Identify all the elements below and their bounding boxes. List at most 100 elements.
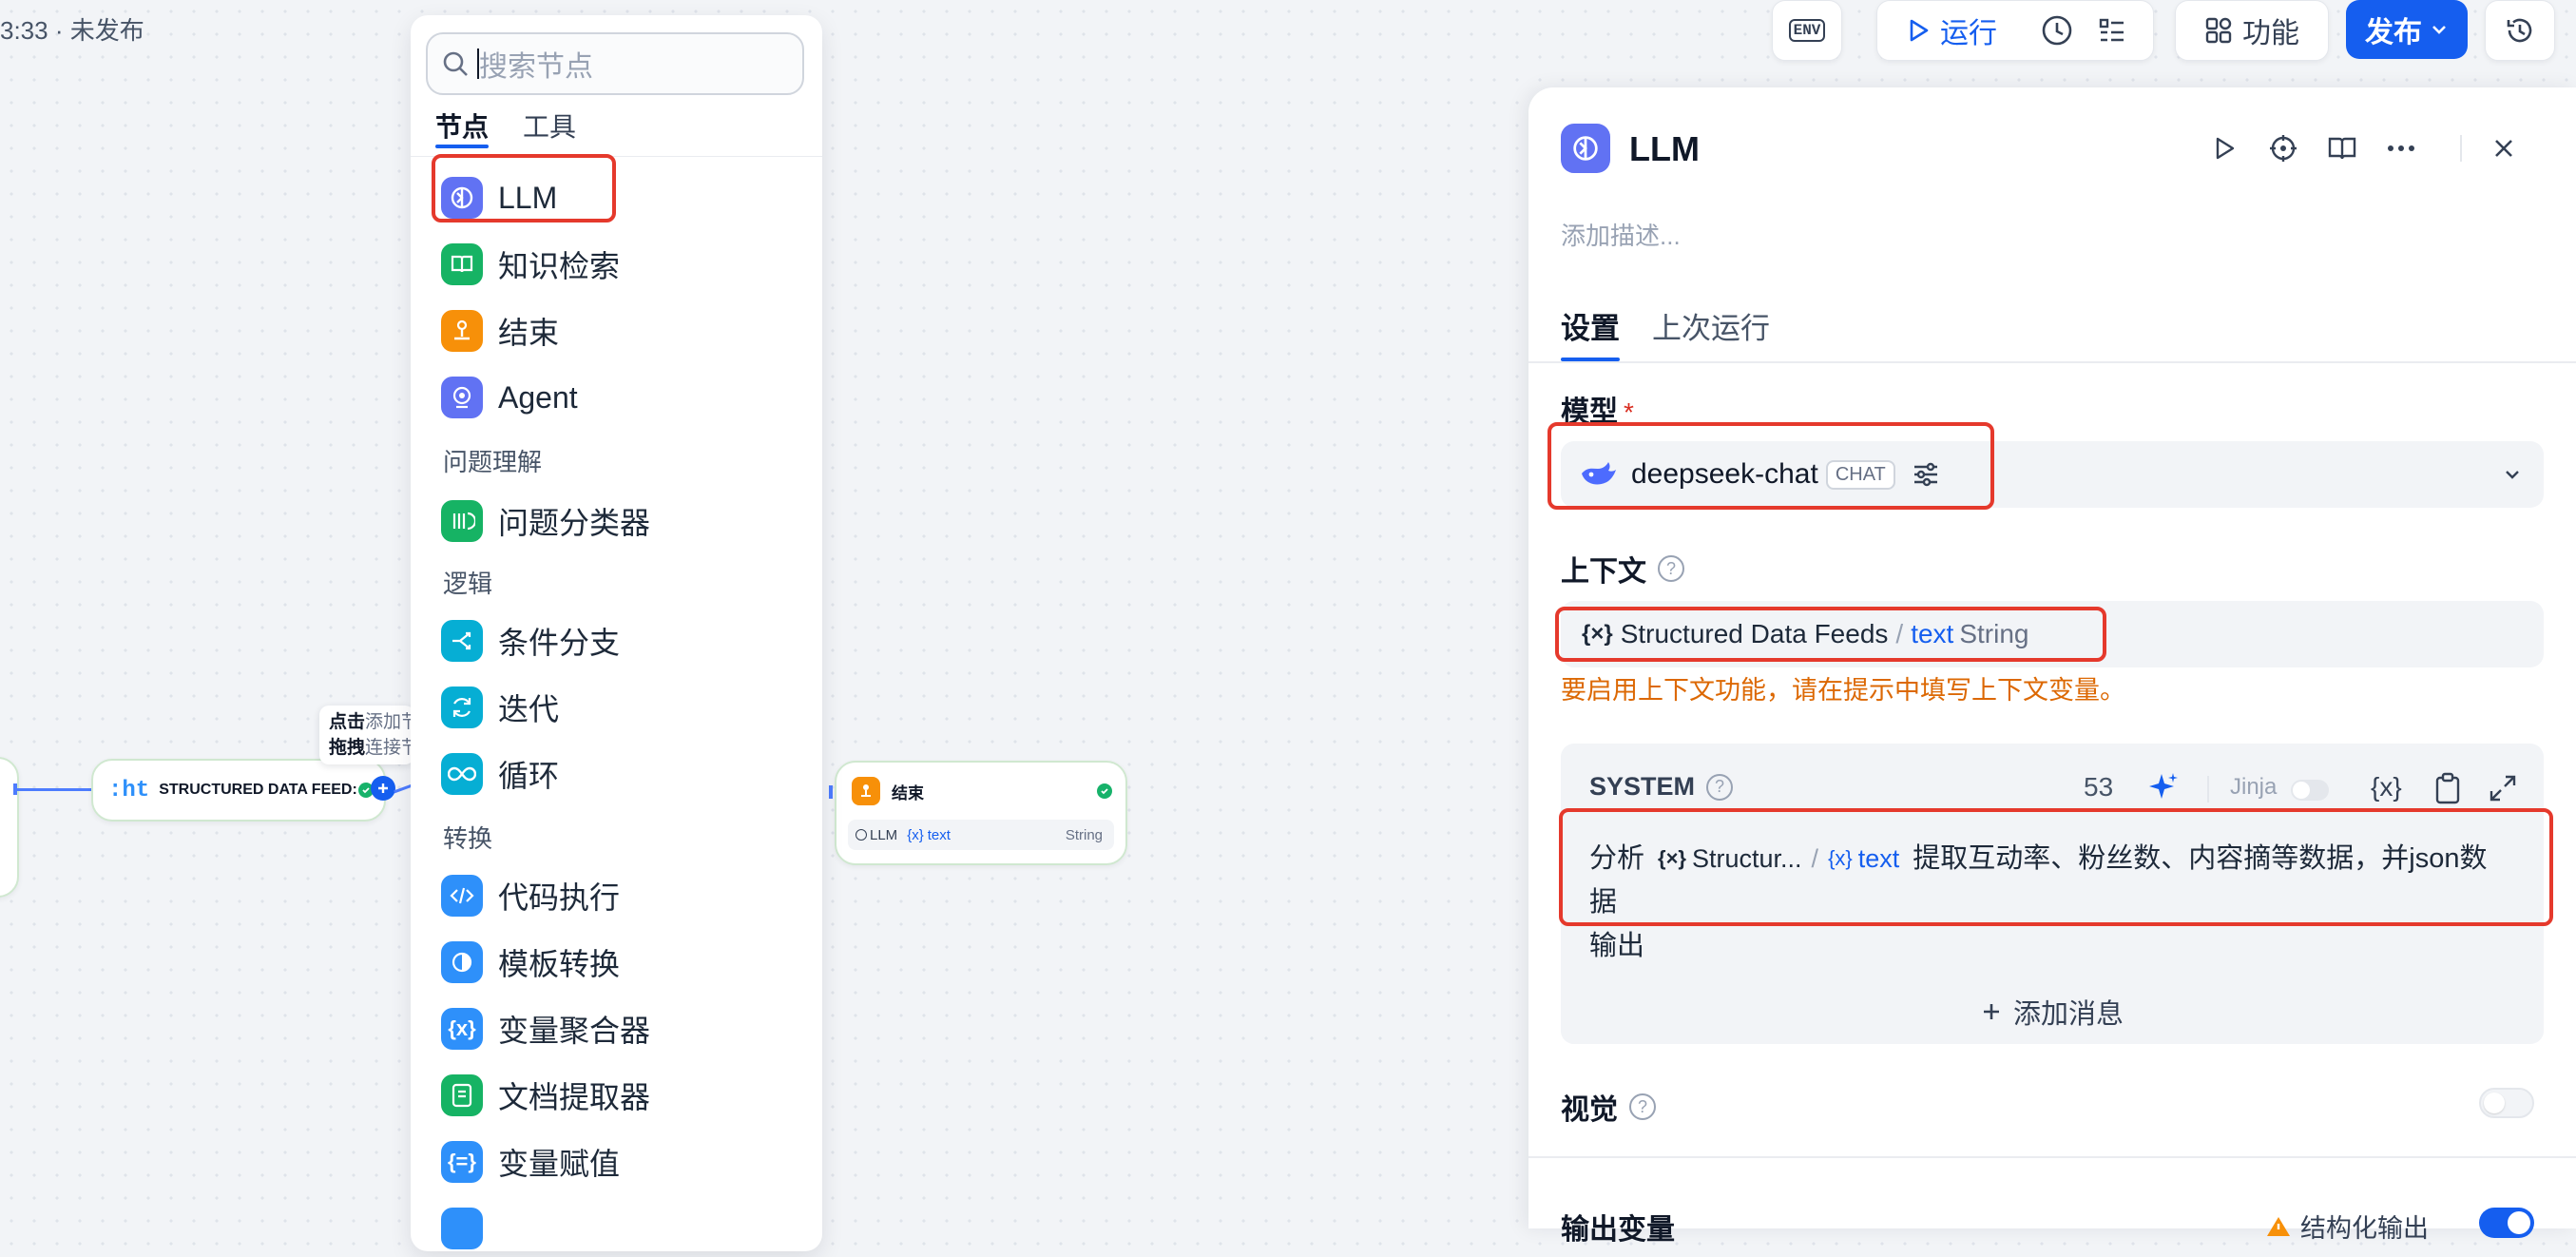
tooltip-click: 点击 xyxy=(329,712,366,732)
panel-title: LLM xyxy=(1629,129,1700,168)
jinja-label: Jinja xyxy=(2230,774,2278,800)
more-options-icon[interactable] xyxy=(2384,131,2418,165)
structured-output-toggle[interactable] xyxy=(2479,1208,2534,1238)
loop-icon xyxy=(441,753,483,795)
code-icon xyxy=(441,875,483,917)
jinja-toggle[interactable] xyxy=(2291,780,2329,801)
node-search-box[interactable]: 搜索节点 xyxy=(426,32,804,95)
structured-output-label: 结构化输出 xyxy=(2300,1214,2429,1243)
node-item-end-label: 结束 xyxy=(498,316,560,350)
node-item-variable-assign[interactable]: {=} 变量赋值 xyxy=(411,1133,822,1190)
tab-last-run[interactable]: 上次运行 xyxy=(1652,304,1770,347)
start-node-partial[interactable] xyxy=(0,757,19,898)
end-node-icon xyxy=(852,777,880,805)
llm-settings-panel: LLM 添加描述... 设置 上次运行 模型 * deepseek-chat C… xyxy=(1528,87,2576,1246)
node-item-knowledge-label: 知识检索 xyxy=(498,249,621,283)
add-node-handle-button[interactable] xyxy=(371,776,395,801)
partial-icon xyxy=(441,1208,483,1249)
run-node-icon[interactable] xyxy=(2207,131,2241,165)
vision-help-icon[interactable]: ? xyxy=(1629,1093,1656,1120)
feature-button[interactable]: 功能 xyxy=(2175,0,2329,61)
tab-tools[interactable]: 工具 xyxy=(523,106,576,145)
context-label-row: 上下文 ? xyxy=(1561,548,1684,590)
end-node-var-name: text xyxy=(927,826,951,843)
locate-icon[interactable] xyxy=(2266,131,2300,165)
node-item-variable-aggregator[interactable]: {x} 变量聚合器 xyxy=(411,1000,822,1057)
node-item-question-classifier-label: 问题分类器 xyxy=(498,506,651,540)
variable-icon: {x} xyxy=(441,1008,483,1050)
group-logic: 逻辑 xyxy=(443,570,493,598)
warning-icon xyxy=(2267,1216,2290,1236)
annotation-box-context xyxy=(1555,607,2106,662)
classifier-icon xyxy=(441,500,483,542)
end-node[interactable]: 结束 LLM {x} text String xyxy=(835,761,1127,865)
chevron-down-icon xyxy=(2432,26,2446,34)
section-divider xyxy=(1528,1156,2576,1158)
insert-variable-icon[interactable]: {x} xyxy=(2371,772,2402,803)
add-message-button[interactable]: 添加消息 xyxy=(1561,979,2544,1044)
node-item-question-classifier[interactable]: 问题分类器 xyxy=(411,493,822,550)
context-help-icon[interactable]: ? xyxy=(1658,555,1684,582)
doc-extract-icon xyxy=(441,1074,483,1116)
version-history-button[interactable] xyxy=(2485,0,2555,61)
system-divider xyxy=(2207,776,2209,803)
system-label: SYSTEM xyxy=(1589,772,1696,801)
node-item-if-else[interactable]: 条件分支 xyxy=(411,612,822,669)
node-item-code[interactable]: 代码执行 xyxy=(411,867,822,924)
end-icon xyxy=(441,310,483,352)
feature-label: 功能 xyxy=(2242,18,2299,49)
annotation-box-llm xyxy=(432,154,616,222)
node-item-agent[interactable]: Agent xyxy=(411,369,822,426)
sparkle-generate-icon[interactable] xyxy=(2146,770,2181,804)
history-check-icon[interactable] xyxy=(2041,14,2073,47)
node-item-iteration[interactable]: 迭代 xyxy=(411,679,822,736)
context-warning: 要启用上下文功能，请在提示中填写上下文变量。 xyxy=(1561,676,2125,705)
publish-label: 发布 xyxy=(2365,17,2422,48)
edge-structured-to-panel xyxy=(394,783,413,794)
history-icon xyxy=(2507,18,2532,43)
docs-book-icon[interactable] xyxy=(2325,131,2359,165)
vision-toggle[interactable] xyxy=(2479,1088,2534,1118)
tab-nodes[interactable]: 节点 xyxy=(435,106,489,145)
publish-button[interactable]: 发布 xyxy=(2346,0,2468,59)
node-code-icon: :ht xyxy=(108,777,150,803)
run-button[interactable]: 运行 xyxy=(1906,10,1997,51)
end-node-input-handle[interactable] xyxy=(829,785,833,799)
node-item-template[interactable]: 模板转换 xyxy=(411,934,822,991)
tab-settings[interactable]: 设置 xyxy=(1561,304,1620,347)
structured-output-row: 结构化输出 xyxy=(2266,1208,2429,1245)
annotation-box-model xyxy=(1548,422,1994,510)
search-input[interactable]: 搜索节点 xyxy=(479,43,593,85)
end-node-var-x-icon: {x} xyxy=(907,826,924,843)
node-item-loop-label: 循环 xyxy=(498,759,560,793)
node-item-template-label: 模板转换 xyxy=(498,947,621,981)
node-item-end[interactable]: 结束 xyxy=(411,302,822,359)
description-input[interactable]: 添加描述... xyxy=(1561,217,1681,252)
plus-icon xyxy=(1983,1004,1999,1019)
end-node-check-icon xyxy=(1097,783,1112,799)
expand-icon[interactable] xyxy=(2489,774,2517,803)
node-item-doc-extractor-label: 文档提取器 xyxy=(498,1080,651,1114)
end-node-var-type: String xyxy=(1065,826,1103,843)
structured-data-feeds-node[interactable]: :ht STRUCTURED DATA FEED: xyxy=(91,759,386,822)
node-item-knowledge-retrieval[interactable]: 知识检索 xyxy=(411,236,822,293)
close-icon[interactable] xyxy=(2487,131,2521,165)
env-button[interactable]: ENV xyxy=(1772,0,1842,61)
tooltip-connect-node: 连接节 xyxy=(365,738,414,758)
node-item-iteration-label: 迭代 xyxy=(498,692,560,726)
group-question-understanding: 问题理解 xyxy=(443,448,543,476)
system-help-icon[interactable]: ? xyxy=(1706,773,1734,801)
end-node-title: 结束 xyxy=(892,783,924,803)
node-item-doc-extractor[interactable]: 文档提取器 xyxy=(411,1067,822,1124)
clipboard-icon[interactable] xyxy=(2433,772,2462,804)
checklist-icon[interactable] xyxy=(2098,16,2126,45)
tab-nodes-underline xyxy=(435,145,489,148)
output-variables-label[interactable]: 输出变量 xyxy=(1561,1206,1675,1247)
system-header: SYSTEM ? xyxy=(1589,772,1734,802)
iteration-icon xyxy=(441,687,483,728)
node-item-loop[interactable]: 循环 xyxy=(411,745,822,803)
node-item-variable-assign-label: 变量赋值 xyxy=(498,1147,621,1181)
book-icon xyxy=(441,243,483,285)
run-toolbar-group: 运行 xyxy=(1876,0,2154,61)
node-item-next-partial[interactable] xyxy=(411,1200,822,1257)
